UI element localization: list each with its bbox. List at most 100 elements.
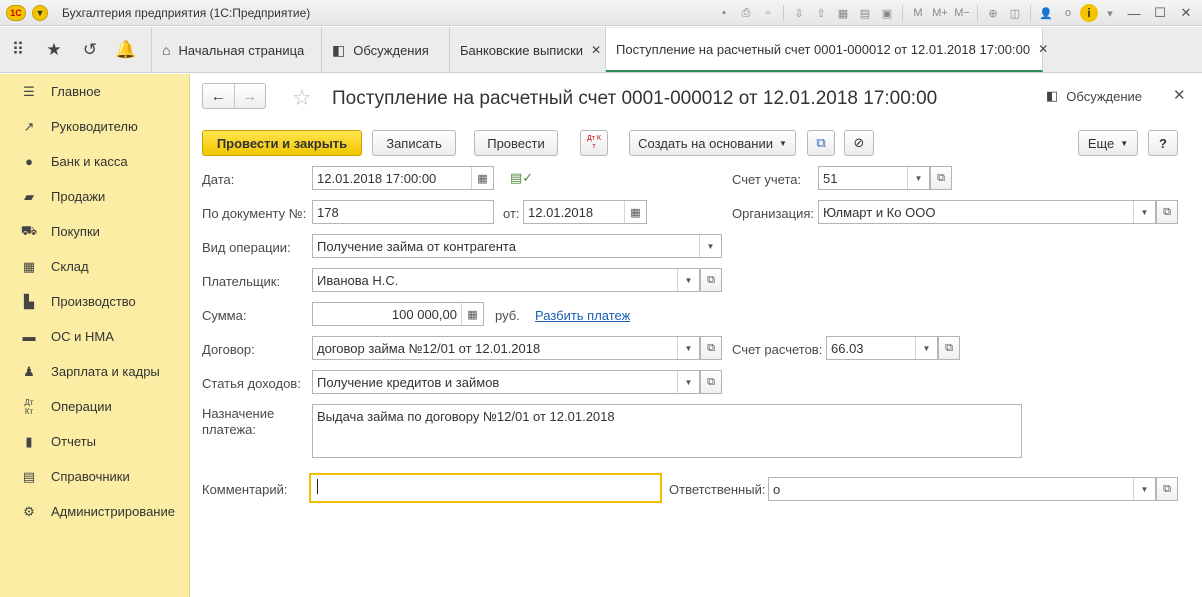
- history-icon[interactable]: ↺: [72, 27, 108, 73]
- print-icon[interactable]: ⎙: [736, 3, 756, 23]
- discussion-button[interactable]: ◧ Обсуждение: [1046, 88, 1142, 104]
- doc-date-field[interactable]: 12.01.2018 ▦: [523, 200, 647, 224]
- sidebar-item-main[interactable]: ☰ Главное: [0, 74, 189, 109]
- income-item-field[interactable]: Получение кредитов и займов ▼: [312, 370, 700, 394]
- post-button[interactable]: Провести: [474, 130, 558, 156]
- calendar-icon[interactable]: ▦: [624, 201, 646, 223]
- structure-icon[interactable]: ⧉: [807, 130, 835, 156]
- calculator-icon[interactable]: ▦: [461, 303, 483, 325]
- sidebar-item-purchases[interactable]: ⛟ Покупки: [0, 214, 189, 249]
- open-account-icon[interactable]: ⧉: [930, 166, 952, 190]
- panel-icon[interactable]: ◫: [1005, 3, 1025, 23]
- open-settlement-account-icon[interactable]: ⧉: [938, 336, 960, 360]
- tab-discussions[interactable]: ◧ Обсуждения: [322, 27, 450, 73]
- doc-number-field[interactable]: 178: [312, 200, 494, 224]
- forward-arrow-icon[interactable]: →: [233, 84, 266, 108]
- close-tab-icon[interactable]: ✕: [591, 43, 601, 57]
- save-button[interactable]: Записать: [372, 130, 456, 156]
- contract-field[interactable]: договор займа №12/01 от 12.01.2018 ▼: [312, 336, 700, 360]
- purpose-textarea[interactable]: Выдача займа по договору №12/01 от 12.01…: [312, 404, 1022, 458]
- dropdown-arrow-icon[interactable]: ▼: [677, 337, 699, 359]
- apps-grid-icon[interactable]: ⠿: [0, 27, 36, 73]
- sidebar-item-reports[interactable]: ▮ Отчеты: [0, 424, 189, 459]
- tab-receipt-document[interactable]: Поступление на расчетный счет 0001-00001…: [606, 28, 1048, 72]
- maximize-icon[interactable]: ☐: [1148, 3, 1172, 23]
- calendar-icon[interactable]: ▦: [471, 167, 493, 189]
- create-based-on-button[interactable]: Создать на основании ▼: [629, 130, 796, 156]
- close-window-icon[interactable]: ✕: [1174, 3, 1198, 23]
- dropdown-arrow-icon[interactable]: ▼: [907, 167, 929, 189]
- memory-plus-icon[interactable]: M+: [930, 3, 950, 23]
- post-and-close-button[interactable]: Провести и закрыть: [202, 130, 362, 156]
- tab-bank-statements[interactable]: Банковские выписки ✕: [450, 27, 606, 73]
- dropdown-arrow-icon[interactable]: ▼: [699, 235, 721, 257]
- date-field[interactable]: 12.01.2018 17:00:00 ▦: [312, 166, 494, 190]
- factory-icon: ▙: [24, 293, 34, 309]
- organization-value: Юлмарт и Ко ООО: [823, 204, 936, 220]
- sidebar-item-administration[interactable]: ⚙ Администрирование: [0, 494, 189, 529]
- favorites-star-icon[interactable]: ★: [36, 27, 72, 73]
- sidebar-item-warehouse[interactable]: ▦ Склад: [0, 249, 189, 284]
- payer-field[interactable]: Иванова Н.С. ▼: [312, 268, 700, 292]
- sidebar-item-sales[interactable]: ▰ Продажи: [0, 179, 189, 214]
- responsible-field[interactable]: о ▼: [768, 477, 1156, 501]
- more-button[interactable]: Еще ▼: [1078, 130, 1138, 156]
- dropdown-arrow-icon[interactable]: ▼: [677, 269, 699, 291]
- dropdown-arrow-icon[interactable]: ▼: [1133, 478, 1155, 500]
- close-tab-icon[interactable]: ✕: [1038, 42, 1048, 56]
- favorite-star-icon[interactable]: ☆: [292, 85, 312, 111]
- responsible-label: Ответственный:: [669, 482, 766, 497]
- save-icon[interactable]: ▪: [714, 3, 734, 23]
- main-menu-button[interactable]: ▼: [32, 4, 48, 21]
- comment-input[interactable]: [309, 473, 662, 503]
- minimize-icon[interactable]: —: [1122, 3, 1146, 23]
- calculator-icon[interactable]: ▣: [877, 3, 897, 23]
- organization-field[interactable]: Юлмарт и Ко ООО ▼: [818, 200, 1156, 224]
- back-arrow-icon[interactable]: ←: [203, 84, 234, 108]
- dropdown-arrow-icon[interactable]: ▼: [677, 371, 699, 393]
- zoom-icon[interactable]: ⊕: [983, 3, 1003, 23]
- memory-icon[interactable]: M: [908, 3, 928, 23]
- user-icon[interactable]: 👤: [1036, 3, 1056, 23]
- upload-icon[interactable]: ⇧: [811, 3, 831, 23]
- calendar-icon[interactable]: ▤: [855, 3, 875, 23]
- sidebar-item-salary-hr[interactable]: ♟ Зарплата и кадры: [0, 354, 189, 389]
- open-payer-icon[interactable]: ⧉: [700, 268, 722, 292]
- settlement-account-field[interactable]: 66.03 ▼: [826, 336, 938, 360]
- sidebar-item-operations[interactable]: Дт Кт Операции: [0, 389, 189, 424]
- amount-field[interactable]: 100 000,00 ▦: [312, 302, 484, 326]
- tab-home[interactable]: ⌂ Начальная страница: [152, 27, 322, 73]
- trend-icon: ↗: [23, 118, 35, 134]
- open-responsible-icon[interactable]: ⧉: [1156, 477, 1178, 501]
- open-organization-icon[interactable]: ⧉: [1156, 200, 1178, 224]
- sidebar-item-bank-cash[interactable]: ● Банк и касса: [0, 144, 189, 179]
- user-name[interactable]: о: [1058, 3, 1078, 23]
- help-button[interactable]: ?: [1148, 130, 1178, 156]
- memory-minus-icon[interactable]: M−: [952, 3, 972, 23]
- sidebar: ☰ Главное ↗ Руководителю ● Банк и касса ▰ Пр…: [0, 74, 190, 597]
- sidebar-item-catalogs[interactable]: ▤ Справочники: [0, 459, 189, 494]
- notifications-bell-icon[interactable]: 🔔: [108, 27, 144, 73]
- attachment-icon[interactable]: ⊘: [844, 130, 874, 156]
- split-payment-link[interactable]: Разбить платеж: [535, 308, 630, 323]
- preview-icon[interactable]: ▫: [758, 3, 778, 23]
- sidebar-item-label: Производство: [51, 294, 136, 309]
- dropdown-arrow-icon[interactable]: ▼: [1133, 201, 1155, 223]
- spreadsheet-icon[interactable]: ▦: [833, 3, 853, 23]
- dropdown-arrow-icon[interactable]: ▼: [915, 337, 937, 359]
- discussion-label: Обсуждение: [1066, 88, 1143, 104]
- open-contract-icon[interactable]: ⧉: [700, 336, 722, 360]
- account-field[interactable]: 51 ▼: [818, 166, 930, 190]
- sidebar-item-manager[interactable]: ↗ Руководителю: [0, 109, 189, 144]
- sidebar-item-production[interactable]: ▙ Производство: [0, 284, 189, 319]
- dtkt-icon[interactable]: Дт Кт: [580, 130, 608, 156]
- chevron-down-icon[interactable]: ▾: [1100, 3, 1120, 23]
- open-income-item-icon[interactable]: ⧉: [700, 370, 722, 394]
- download-icon[interactable]: ⇩: [789, 3, 809, 23]
- person-icon: ♟: [23, 363, 35, 379]
- sidebar-item-fixed-assets[interactable]: ▬ ОС и НМА: [0, 319, 189, 354]
- title-bar: 1С ▼ Бухгалтерия предприятия (1С:Предпри…: [0, 0, 1202, 26]
- info-icon[interactable]: i: [1080, 4, 1098, 22]
- operation-type-field[interactable]: Получение займа от контрагента ▼: [312, 234, 722, 258]
- close-form-icon[interactable]: ✕: [1173, 86, 1186, 104]
